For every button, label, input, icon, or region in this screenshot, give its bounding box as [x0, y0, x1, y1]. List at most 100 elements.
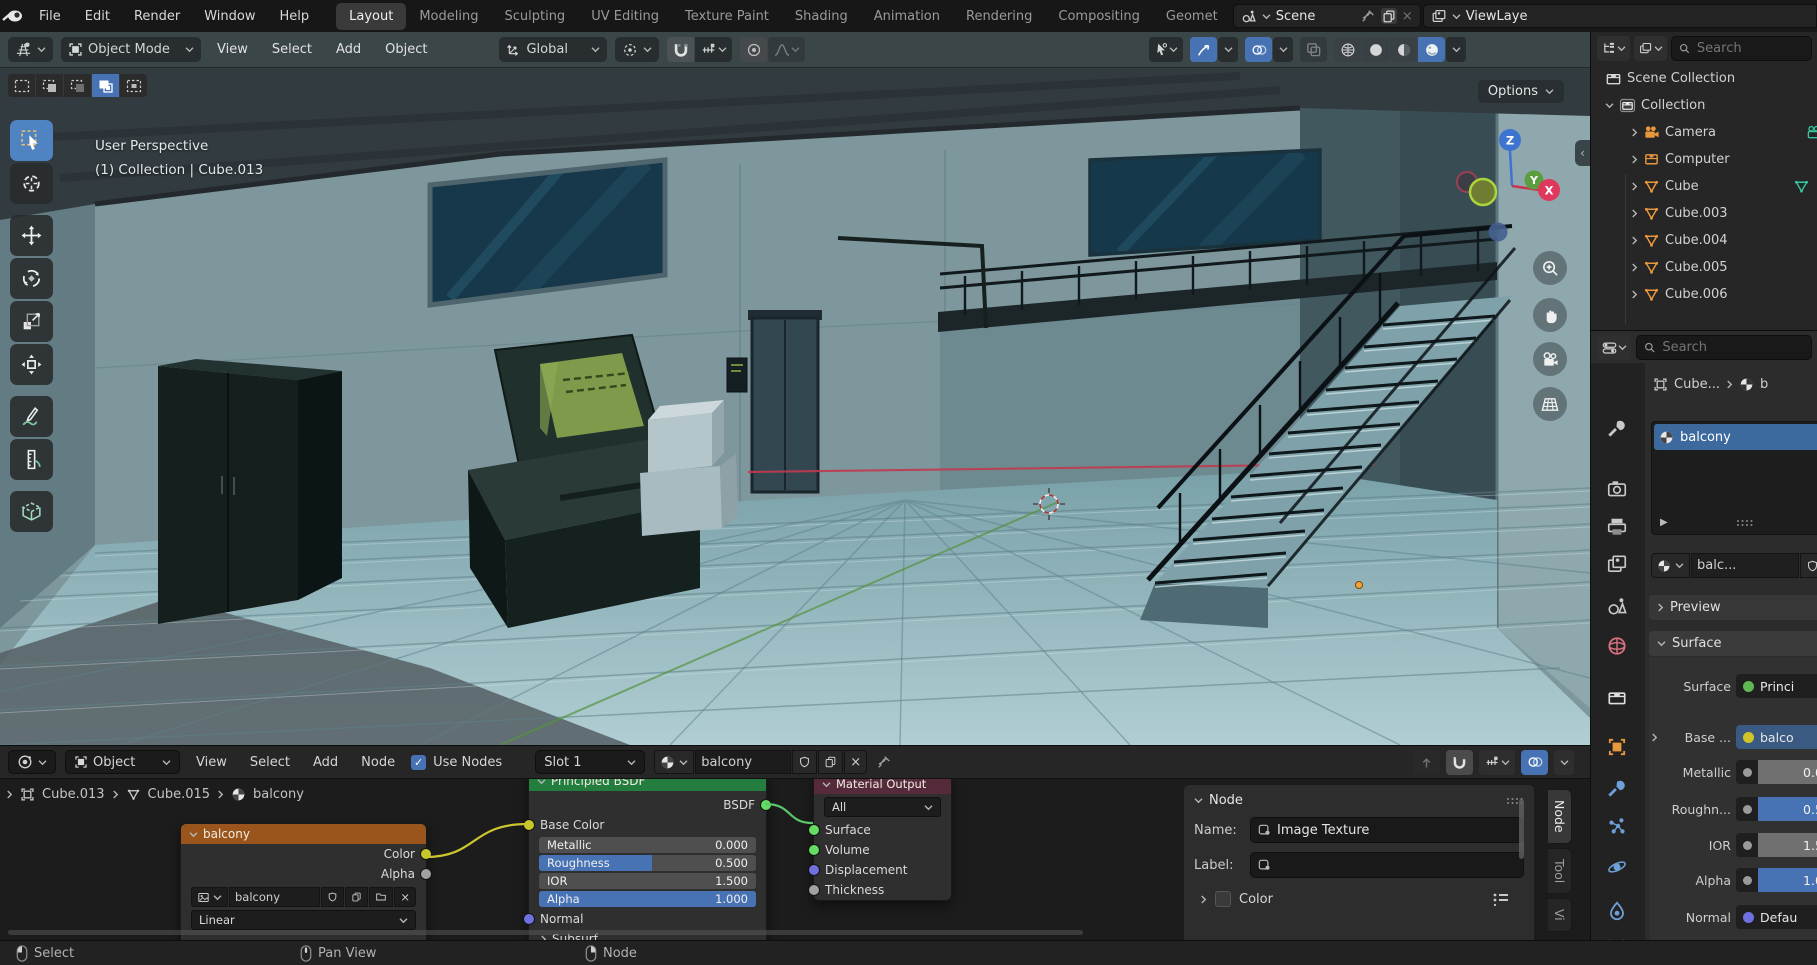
preview-section-header[interactable]: Preview [1649, 595, 1817, 620]
thickness-socket[interactable] [808, 884, 820, 896]
grip-dots-icon[interactable] [1736, 518, 1754, 528]
node-color-row[interactable]: Color [1194, 891, 1524, 907]
tab-layout[interactable]: Layout [336, 3, 406, 30]
pin-icon[interactable] [1360, 8, 1376, 24]
material-slot-list[interactable]: balcony ▶ [1651, 421, 1817, 535]
editor-type-shader[interactable] [8, 750, 56, 774]
tab-modeling[interactable]: Modeling [406, 3, 491, 30]
gizmos-toggle[interactable] [1190, 37, 1217, 62]
shading-settings[interactable] [1446, 37, 1466, 62]
tab-shading[interactable]: Shading [782, 3, 861, 30]
tab-render-icon[interactable] [1606, 478, 1628, 500]
bsdf-socket[interactable] [760, 799, 772, 811]
metallic-slider[interactable]: 0.0 [1758, 760, 1817, 784]
tab-sculpting[interactable]: Sculpting [491, 3, 578, 30]
view-layer-selector[interactable]: ViewLaye [1423, 4, 1817, 28]
canvas-hscrollbar[interactable] [8, 930, 1083, 935]
shading-material[interactable] [1390, 37, 1417, 62]
tab-output-icon[interactable] [1606, 516, 1628, 538]
scene-selector[interactable]: Scene × [1233, 4, 1421, 28]
ior-slider[interactable]: 1.5 [1758, 833, 1817, 857]
normal-socket[interactable] [523, 913, 535, 925]
outliner-row-scene-collection[interactable]: Scene Collection [1591, 65, 1817, 92]
transform-orientation[interactable]: Global [499, 37, 607, 62]
expander-right-icon[interactable] [1631, 290, 1638, 299]
tab-tool-icon[interactable] [1606, 418, 1628, 440]
image-texture-node-header[interactable]: balcony [181, 824, 426, 844]
sh-menu-view[interactable]: View [189, 751, 234, 774]
tool-scale[interactable] [10, 301, 53, 342]
tab-animation[interactable]: Animation [861, 3, 953, 30]
snap-toggle[interactable] [667, 37, 694, 62]
snap-settings[interactable] [1479, 750, 1515, 775]
color-socket[interactable] [420, 848, 432, 860]
base-color-socket[interactable] [523, 819, 535, 831]
shader-type-selector[interactable]: Object [65, 750, 180, 774]
open-image-button[interactable] [369, 887, 393, 907]
snap-settings[interactable] [695, 37, 732, 62]
outliner-row-cube003[interactable]: Cube.003 [1591, 200, 1817, 227]
overlays-toggle[interactable] [1245, 37, 1272, 62]
vp-menu-view[interactable]: View [209, 38, 256, 61]
tab-view[interactable]: Vi [1548, 898, 1572, 932]
tab-particles-icon[interactable] [1606, 816, 1628, 838]
material-browse[interactable] [1651, 553, 1690, 578]
pan-hand-button[interactable] [1533, 298, 1567, 332]
tab-modifiers-icon[interactable] [1606, 778, 1628, 800]
gizmos-settings[interactable] [1218, 37, 1238, 62]
fake-user-button[interactable] [321, 887, 344, 907]
roughness-slider[interactable]: 0.5 [1758, 797, 1817, 821]
alpha-slider[interactable]: Alpha1.000 [539, 891, 756, 907]
tab-object-icon[interactable] [1606, 736, 1628, 758]
tool-select-box[interactable] [10, 120, 53, 161]
copy-material-button[interactable] [818, 750, 843, 774]
vp-menu-add[interactable]: Add [328, 38, 369, 61]
expander-right-icon[interactable] [1631, 236, 1638, 245]
tab-collection-icon[interactable] [1606, 686, 1628, 708]
properties-search-input[interactable] [1660, 339, 1804, 356]
options-button[interactable]: Options [1478, 80, 1564, 103]
tab-scene-icon[interactable] [1606, 595, 1628, 617]
tool-transform[interactable] [10, 344, 53, 385]
tab-uv-editing[interactable]: UV Editing [578, 3, 672, 30]
orthographic-grid-button[interactable] [1533, 387, 1567, 421]
breadcrumb-material[interactable]: b [1760, 377, 1768, 392]
tab-world-icon[interactable] [1606, 635, 1628, 657]
material-name-field[interactable]: balcony [695, 750, 791, 774]
roughness-slider[interactable]: Roughness0.500 [539, 855, 756, 871]
tab-compositing[interactable]: Compositing [1045, 3, 1153, 30]
mesh-data-icon[interactable] [1793, 178, 1810, 195]
vp-menu-select[interactable]: Select [264, 38, 320, 61]
outliner-display-mode[interactable] [1597, 36, 1630, 61]
surface-socket[interactable] [808, 824, 820, 836]
outliner-row-cube006[interactable]: Cube.006 [1591, 281, 1817, 308]
unlink-image-button[interactable]: × [394, 887, 416, 907]
tool-move[interactable] [10, 215, 53, 256]
shading-rendered[interactable] [1418, 37, 1445, 62]
tool-rotate[interactable] [10, 258, 53, 299]
use-nodes-toggle[interactable]: ✓ Use Nodes [411, 755, 502, 770]
breadcrumb-material[interactable]: balcony [253, 787, 304, 802]
breadcrumb-object[interactable]: Cube... [1674, 377, 1720, 392]
tool-add-primitive[interactable] [10, 491, 53, 532]
outliner-row-camera[interactable]: Camera [1591, 119, 1817, 146]
snap-toggle[interactable] [1446, 750, 1473, 775]
select-extend[interactable] [36, 74, 63, 97]
slot-selector[interactable]: Slot 1 [535, 750, 645, 774]
fake-user-button[interactable] [792, 750, 817, 774]
proportional-editing-toggle[interactable] [740, 37, 767, 62]
overlays-toggle[interactable] [1521, 750, 1548, 775]
camera-data-icon[interactable] [1806, 124, 1817, 141]
presets-list-icon[interactable] [1492, 892, 1510, 906]
breadcrumb-object[interactable]: Cube.013 [42, 787, 105, 802]
decorator-dot[interactable] [1736, 868, 1758, 892]
pivot-point[interactable] [615, 37, 659, 62]
outliner-row-computer[interactable]: Computer [1591, 146, 1817, 173]
tool-cursor[interactable] [10, 163, 53, 204]
image-browse[interactable] [191, 887, 228, 907]
material-name-field[interactable]: balc... [1691, 553, 1799, 578]
expander-down-icon[interactable] [1605, 102, 1614, 109]
displacement-socket[interactable] [808, 864, 820, 876]
slot-expand-arrow[interactable]: ▶ [1660, 517, 1668, 528]
node-panel-header[interactable]: Node [1194, 793, 1524, 808]
